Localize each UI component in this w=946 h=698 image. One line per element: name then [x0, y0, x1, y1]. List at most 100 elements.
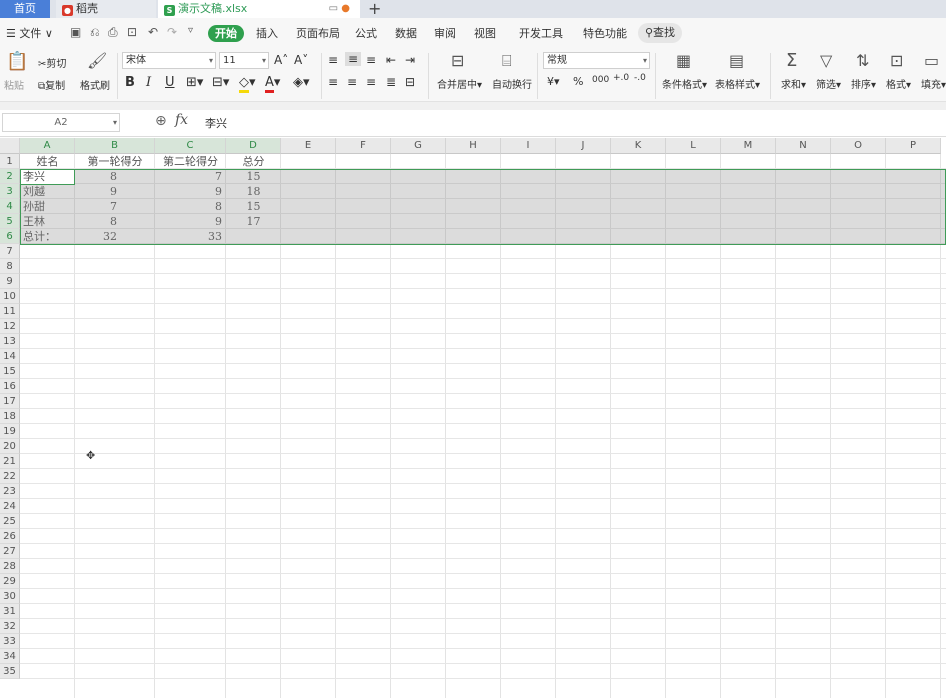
print-icon[interactable]: ⎙ [108, 25, 118, 40]
format-icon[interactable]: ⊡ [890, 51, 903, 70]
bold-icon[interactable]: B [125, 75, 135, 90]
row-header-8[interactable]: 8 [0, 259, 20, 274]
tab-view[interactable]: 视图 [474, 25, 496, 41]
filter-icon[interactable]: ▽ [820, 51, 832, 70]
paste-icon[interactable]: 📋 [6, 51, 28, 72]
row-header-9[interactable]: 9 [0, 274, 20, 289]
spreadsheet-grid[interactable]: A B C D E F G H I J K L M N O P 1 2 3 4 5 6 7 8 9 10 11 12 13 14 15 16 1… [0, 138, 946, 698]
format-button[interactable]: 格式▾ [886, 76, 911, 91]
column-header-E[interactable]: E [281, 138, 336, 154]
row-header-3[interactable]: 3 [0, 184, 20, 199]
row-header-31[interactable]: 31 [0, 604, 20, 619]
column-header-C[interactable]: C [155, 138, 226, 154]
filter-button[interactable]: 筛选▾ [816, 76, 841, 91]
clear-format-icon[interactable]: ◈▾ [293, 75, 310, 90]
tab-special-features[interactable]: 特色功能 [583, 25, 627, 41]
font-name-select[interactable]: 宋体 ▾ [122, 52, 216, 69]
row-header-12[interactable]: 12 [0, 319, 20, 334]
row-header-33[interactable]: 33 [0, 634, 20, 649]
column-header-N[interactable]: N [776, 138, 831, 154]
tab-developer[interactable]: 开发工具 [519, 25, 563, 41]
conditional-format-icon[interactable]: ▦ [676, 51, 691, 70]
column-header-P[interactable]: P [886, 138, 941, 154]
print-preview-icon[interactable]: ⊡ [127, 25, 137, 39]
row-header-11[interactable]: 11 [0, 304, 20, 319]
undo-history-icon[interactable]: ⎌ [90, 25, 100, 40]
outdent-icon[interactable]: ⇤ [386, 53, 396, 67]
format-painter-icon[interactable]: 🖌 [87, 51, 107, 70]
align-left-icon[interactable]: ≡ [328, 75, 338, 89]
column-header-M[interactable]: M [721, 138, 776, 154]
zoom-icon[interactable]: ⊕ [155, 113, 167, 129]
row-header-30[interactable]: 30 [0, 589, 20, 604]
file-menu[interactable]: ☰ 文件 ∨ [6, 25, 53, 41]
undo-icon[interactable]: ↶ [148, 25, 158, 39]
new-tab-icon[interactable]: + [368, 0, 381, 18]
column-header-O[interactable]: O [831, 138, 886, 154]
tab-status-icons[interactable]: ▭ ● [329, 0, 350, 18]
cell-D1[interactable]: 总分 [226, 154, 281, 169]
align-center-icon[interactable]: ≡ [347, 75, 357, 89]
font-size-select[interactable]: 11 ▾ [219, 52, 269, 69]
search-button[interactable]: ⚲查找 [638, 23, 682, 43]
tab-page-layout[interactable]: 页面布局 [296, 25, 340, 41]
row-header-19[interactable]: 19 [0, 424, 20, 439]
row-header-29[interactable]: 29 [0, 574, 20, 589]
tab-data[interactable]: 数据 [395, 25, 417, 41]
align-right-icon[interactable]: ≡ [366, 75, 376, 89]
column-header-F[interactable]: F [336, 138, 391, 154]
row-header-6[interactable]: 6 [0, 229, 20, 244]
row-header-32[interactable]: 32 [0, 619, 20, 634]
paste-button[interactable]: 粘贴 [4, 77, 24, 92]
row-header-23[interactable]: 23 [0, 484, 20, 499]
align-top-icon[interactable]: ≡ [328, 53, 338, 67]
row-header-4[interactable]: 4 [0, 199, 20, 214]
row-header-10[interactable]: 10 [0, 289, 20, 304]
increase-font-icon[interactable]: A˄ [274, 53, 288, 67]
cell-A1[interactable]: 姓名 [20, 154, 75, 169]
table-style-button[interactable]: 表格样式▾ [715, 76, 760, 91]
row-header-25[interactable]: 25 [0, 514, 20, 529]
sort-icon[interactable]: ⇅ [856, 51, 869, 70]
cell-A2[interactable]: 李兴 [23, 169, 45, 184]
currency-icon[interactable]: ¥▾ [547, 75, 560, 88]
tab-insert[interactable]: 插入 [256, 25, 278, 41]
row-header-1[interactable]: 1 [0, 154, 20, 169]
percent-icon[interactable]: % [573, 75, 583, 88]
justify-icon[interactable]: ≣ [386, 75, 396, 89]
underline-icon[interactable]: U [165, 75, 175, 90]
cut-button[interactable]: ✂剪切 [38, 55, 66, 70]
column-header-L[interactable]: L [666, 138, 721, 154]
copy-button[interactable]: ⧉复制 [38, 77, 65, 92]
column-header-G[interactable]: G [391, 138, 446, 154]
row-header-15[interactable]: 15 [0, 364, 20, 379]
sum-icon[interactable]: Σ [786, 50, 797, 71]
align-middle-icon[interactable]: ≡ [345, 52, 362, 66]
fill-icon[interactable]: ▭ [924, 51, 939, 70]
column-header-I[interactable]: I [501, 138, 556, 154]
decrease-decimal-icon[interactable]: -.0 [634, 73, 646, 83]
wrap-text-icon[interactable]: ⌸ [502, 51, 512, 71]
column-header-B[interactable]: B [75, 138, 155, 154]
column-header-D[interactable]: D [226, 138, 281, 154]
customize-toolbar-icon[interactable]: ▿ [188, 25, 193, 36]
column-header-J[interactable]: J [556, 138, 611, 154]
tab-daoke[interactable]: ● 稻壳 [56, 0, 156, 18]
tab-review[interactable]: 审阅 [434, 25, 456, 41]
increase-decimal-icon[interactable]: +.0 [613, 73, 629, 83]
decrease-font-icon[interactable]: A˅ [294, 53, 308, 67]
row-header-7[interactable]: 7 [0, 244, 20, 259]
row-header-35[interactable]: 35 [0, 664, 20, 679]
sort-button[interactable]: 排序▾ [851, 76, 876, 91]
row-header-27[interactable]: 27 [0, 544, 20, 559]
row-header-28[interactable]: 28 [0, 559, 20, 574]
formula-input[interactable]: 李兴 [205, 115, 227, 131]
fill-color-icon[interactable]: ◇▾ [239, 75, 256, 93]
row-header-18[interactable]: 18 [0, 409, 20, 424]
conditional-format-button[interactable]: 条件格式▾ [662, 76, 707, 91]
row-header-24[interactable]: 24 [0, 499, 20, 514]
save-icon[interactable]: ▣ [70, 25, 81, 39]
indent-icon[interactable]: ⇥ [405, 53, 415, 67]
row-header-2[interactable]: 2 [0, 169, 20, 184]
column-header-K[interactable]: K [611, 138, 666, 154]
